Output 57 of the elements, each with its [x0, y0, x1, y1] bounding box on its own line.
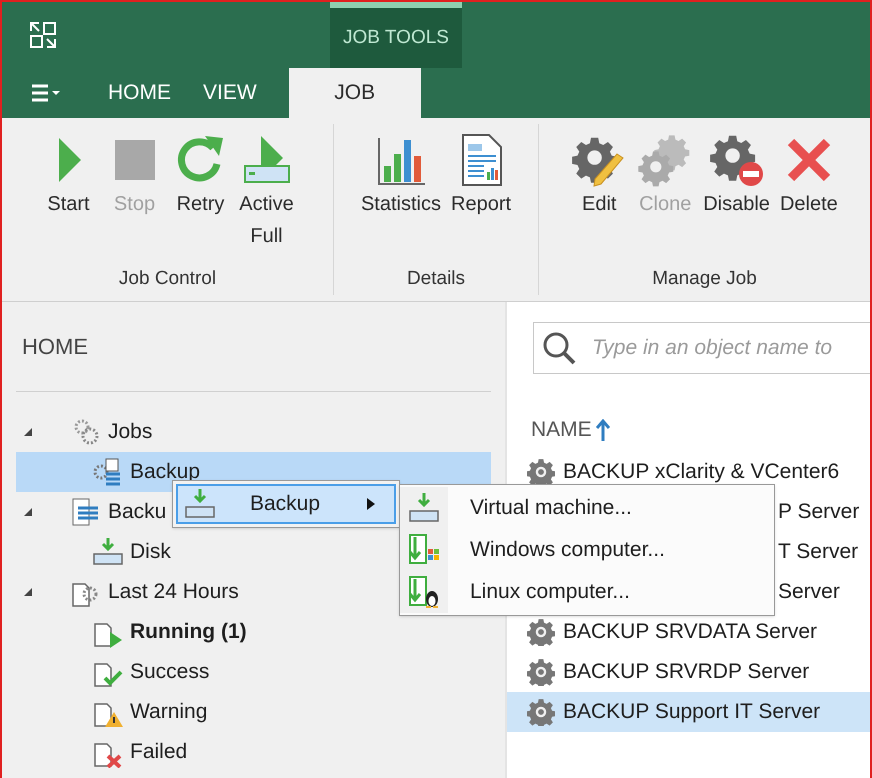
ribbon-tab[interactable]: VIEW	[187, 68, 273, 118]
windows-computer-icon	[408, 533, 440, 567]
ribbon-button[interactable]: Delete	[776, 132, 842, 220]
row-name: BACKUP SRVRDP Server	[563, 659, 810, 686]
ribbon-tab[interactable]: HOME	[92, 68, 187, 118]
gear-icon	[527, 698, 555, 726]
search-field[interactable]: Type in an object name to	[533, 322, 870, 374]
contextual-tab-label: JOB TOOLS	[330, 2, 462, 68]
menu-item[interactable]: Windows computer...	[400, 529, 774, 571]
tree-item[interactable]: Disk	[2, 532, 171, 572]
disk-icon	[184, 487, 216, 521]
gear-icon	[527, 658, 555, 686]
submenu-arrow-icon	[366, 497, 376, 511]
tree-item[interactable]: Warning	[2, 692, 208, 732]
table-row[interactable]: Server	[778, 572, 840, 612]
row-name: Server	[778, 579, 840, 606]
ribbon-button[interactable]: Report	[447, 132, 516, 220]
gear-icon	[527, 618, 555, 646]
menu-item[interactable]: Backup	[176, 484, 396, 524]
table-row[interactable]: BACKUP SRVDATA Server	[507, 612, 818, 652]
app-logo-icon	[28, 20, 58, 50]
row-name: P Server	[778, 499, 860, 526]
sidebar-title: HOME	[22, 333, 88, 361]
disk-icon	[408, 491, 440, 525]
ribbon-button[interactable]: Retry	[168, 132, 232, 220]
table-row[interactable]: T Server	[778, 532, 858, 572]
table-row[interactable]: P Server	[778, 492, 860, 532]
ribbon-group-label: Job Control	[118, 266, 216, 290]
row-name: BACKUP Support IT Server	[563, 699, 820, 726]
table-row[interactable]: BACKUP SRVRDP Server	[507, 652, 810, 692]
ribbon-button[interactable]: Edit	[567, 132, 632, 220]
row-name: BACKUP xClarity & VCenter6	[563, 459, 840, 486]
penguin-computer-icon	[408, 575, 440, 609]
ribbon-group-label: Manage Job	[652, 266, 757, 290]
ribbon-button[interactable]: Start	[36, 132, 100, 220]
tree-item[interactable]: Failed	[2, 732, 188, 772]
tree-item[interactable]: Jobs	[2, 412, 152, 452]
tree-item[interactable]: Last 24 Hours	[2, 572, 239, 612]
ribbon-group-label: Details	[406, 266, 466, 290]
ribbon-button[interactable]: Active Full	[234, 132, 298, 252]
ribbon-button[interactable]: Statistics	[356, 132, 445, 220]
expanded-icon[interactable]	[22, 506, 34, 518]
column-header[interactable]: NAME	[531, 414, 592, 446]
disk-icon	[92, 536, 124, 568]
ribbon-button[interactable]: Disable	[699, 132, 774, 220]
table-row[interactable]: BACKUP Support IT Server	[507, 692, 870, 732]
tree-item[interactable]: Success	[2, 652, 210, 692]
tree-item[interactable]: Running (1)	[2, 612, 247, 652]
tree-item[interactable]: Backu	[2, 492, 166, 532]
expanded-icon[interactable]	[22, 426, 34, 438]
ribbon-tab[interactable]: JOB	[288, 68, 421, 118]
sort-ascending-icon[interactable]	[596, 419, 610, 441]
menu-item[interactable]: Linux computer...	[400, 571, 774, 613]
row-name: T Server	[778, 539, 858, 566]
row-name: BACKUP SRVDATA Server	[563, 619, 818, 646]
search-icon	[541, 330, 577, 366]
expanded-icon[interactable]	[22, 586, 34, 598]
